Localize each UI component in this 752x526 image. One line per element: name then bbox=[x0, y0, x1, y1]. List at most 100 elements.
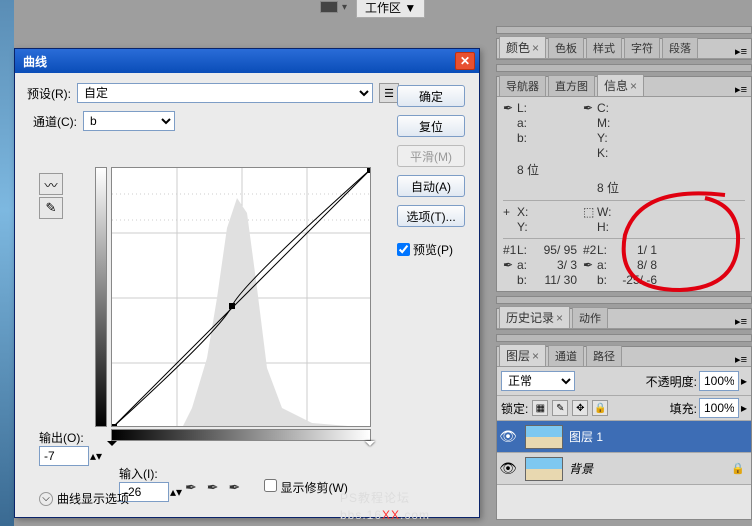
show-clipping-checkbox[interactable] bbox=[264, 479, 277, 492]
chevron-down-icon[interactable]: ▾ bbox=[342, 2, 352, 12]
ok-button[interactable]: 确定 bbox=[397, 85, 465, 107]
input-gradient-bar[interactable] bbox=[111, 429, 371, 441]
tab-navigator[interactable]: 导航器 bbox=[499, 75, 546, 96]
lock-all-icon[interactable]: 🔒 bbox=[592, 400, 608, 416]
fill-input[interactable] bbox=[699, 398, 739, 418]
channel-label: 通道(C): bbox=[33, 113, 77, 130]
lock-icon: 🔒 bbox=[731, 462, 745, 475]
layer-thumbnail[interactable] bbox=[525, 457, 563, 481]
preview-label: 预览(P) bbox=[413, 241, 453, 258]
tab-styles[interactable]: 样式 bbox=[586, 37, 622, 58]
bit-depth-right: 8 位 bbox=[597, 179, 663, 196]
input-label: 输入(I): bbox=[119, 465, 183, 482]
output-label: 输出(O): bbox=[39, 429, 103, 446]
top-toolbar-fragment: ▾ 工作区 ▼ bbox=[320, 0, 425, 14]
layer-name[interactable]: 背景 bbox=[569, 460, 731, 477]
fill-label: 填充: bbox=[670, 400, 697, 417]
sampler-2-b: -25/ -6 bbox=[615, 273, 663, 287]
output-input[interactable] bbox=[39, 446, 89, 466]
panel-menu-icon[interactable]: ▸≡ bbox=[731, 83, 751, 96]
sampler-1-a: 3/ 3 bbox=[535, 258, 583, 272]
sampler-2-L: 1/ 1 bbox=[615, 243, 663, 257]
tab-layers[interactable]: 图层× bbox=[499, 344, 546, 366]
visibility-toggle-icon[interactable]: 👁 bbox=[497, 428, 519, 445]
crosshair-icon: + bbox=[503, 205, 517, 219]
layer-thumbnail[interactable] bbox=[525, 425, 563, 449]
dialog-title: 曲线 bbox=[23, 53, 47, 70]
smooth-button: 平滑(M) bbox=[397, 145, 465, 167]
sampler-1-b: 11/ 30 bbox=[535, 273, 583, 287]
options-button[interactable]: 选项(T)... bbox=[397, 205, 465, 227]
auto-button[interactable]: 自动(A) bbox=[397, 175, 465, 197]
tab-paragraph[interactable]: 段落 bbox=[662, 37, 698, 58]
panel-collapse-grip[interactable] bbox=[496, 334, 752, 342]
watermark: PS教程论坛 bbs.16XX.com bbox=[340, 489, 430, 522]
show-clipping-label: 显示修剪(W) bbox=[281, 481, 348, 495]
tab-info[interactable]: 信息× bbox=[597, 74, 644, 96]
panel-collapse-grip[interactable] bbox=[496, 26, 752, 34]
reset-button[interactable]: 复位 bbox=[397, 115, 465, 137]
history-panel-group: 历史记录× 动作 ▸≡ bbox=[496, 308, 752, 330]
preset-menu-icon[interactable]: ☰ bbox=[379, 83, 399, 103]
preset-select[interactable]: 自定 bbox=[77, 83, 373, 103]
eyedropper-white-icon[interactable]: ✒ bbox=[228, 479, 240, 496]
preview-checkbox[interactable] bbox=[397, 243, 410, 256]
visibility-toggle-icon[interactable]: 👁 bbox=[497, 460, 519, 477]
chevron-right-icon[interactable]: ▸ bbox=[741, 374, 747, 388]
disclosure-toggle-icon[interactable]: ⌵ bbox=[39, 492, 53, 506]
curve-tool-column: 〰 ✎ bbox=[39, 173, 63, 219]
curve-pencil-tool-icon[interactable]: ✎ bbox=[39, 197, 63, 219]
lock-transparency-icon[interactable]: ▦ bbox=[532, 400, 548, 416]
curves-graph[interactable] bbox=[111, 167, 371, 427]
layer-row[interactable]: 👁 图层 1 bbox=[497, 421, 751, 453]
tab-actions[interactable]: 动作 bbox=[572, 307, 608, 328]
dialog-titlebar[interactable]: 曲线 ✕ bbox=[15, 49, 479, 73]
eyedropper-icon: ✒ bbox=[583, 101, 597, 115]
sampler-1-L: 95/ 95 bbox=[535, 243, 583, 257]
lock-position-icon[interactable]: ✥ bbox=[572, 400, 588, 416]
sampler-2-a: 8/ 8 bbox=[615, 258, 663, 272]
channel-select[interactable]: b bbox=[83, 111, 175, 131]
bit-depth-left: 8 位 bbox=[517, 161, 583, 178]
stepper-icon[interactable]: ▴▾ bbox=[89, 449, 103, 463]
tab-channels[interactable]: 通道 bbox=[548, 345, 584, 366]
panel-menu-icon[interactable]: ▸≡ bbox=[731, 45, 751, 58]
eyedropper-gray-icon[interactable]: ✒ bbox=[207, 479, 219, 496]
tab-history[interactable]: 历史记录× bbox=[499, 306, 570, 328]
workspace-label[interactable]: 工作区 ▼ bbox=[356, 0, 425, 18]
layer-row[interactable]: 👁 背景 🔒 bbox=[497, 453, 751, 485]
opacity-label: 不透明度: bbox=[646, 373, 697, 390]
close-button[interactable]: ✕ bbox=[455, 52, 475, 70]
curve-point-tool-icon[interactable]: 〰 bbox=[39, 173, 63, 195]
tab-histogram[interactable]: 直方图 bbox=[548, 75, 595, 96]
curve-display-options-label: 曲线显示选项 bbox=[57, 490, 129, 507]
sampler-1-label: #1 bbox=[503, 243, 517, 257]
sampler-2-label: #2 bbox=[583, 243, 597, 257]
dimensions-icon: ⬚ bbox=[583, 205, 597, 219]
panel-collapse-grip[interactable] bbox=[496, 64, 752, 72]
tab-swatches[interactable]: 色板 bbox=[548, 37, 584, 58]
background-image-edge bbox=[0, 0, 14, 526]
panel-menu-icon[interactable]: ▸≡ bbox=[731, 315, 751, 328]
tab-character[interactable]: 字符 bbox=[624, 37, 660, 58]
eyedropper-icon: ✒ bbox=[503, 101, 517, 115]
layers-panel-group: 图层× 通道 路径 ▸≡ 正常 不透明度: ▸ 锁定: ▦ ✎ ✥ 🔒 填充: … bbox=[496, 346, 752, 520]
blend-mode-select[interactable]: 正常 bbox=[501, 371, 575, 391]
tab-paths[interactable]: 路径 bbox=[586, 345, 622, 366]
stepper-icon[interactable]: ▴▾ bbox=[169, 485, 183, 499]
layer-name[interactable]: 图层 1 bbox=[569, 428, 751, 445]
panel-menu-icon[interactable]: ▸≡ bbox=[731, 353, 751, 366]
panel-collapse-grip[interactable] bbox=[496, 296, 752, 304]
chevron-right-icon[interactable]: ▸ bbox=[741, 401, 747, 415]
curves-dialog: 曲线 ✕ 预设(R): 自定 ☰ 通道(C): b 〰 ✎ bbox=[14, 48, 480, 518]
output-gradient-bar bbox=[95, 167, 107, 427]
info-panel-group: 导航器 直方图 信息× ▸≡ ✒L: ✒C: a: M: b: Y: K: 8 … bbox=[496, 76, 752, 292]
tab-color[interactable]: 颜色× bbox=[499, 36, 546, 58]
lock-label: 锁定: bbox=[501, 400, 528, 417]
preset-label: 预设(R): bbox=[27, 85, 71, 102]
lock-pixels-icon[interactable]: ✎ bbox=[552, 400, 568, 416]
screen-mode-icon[interactable] bbox=[320, 1, 338, 13]
opacity-input[interactable] bbox=[699, 371, 739, 391]
color-panel-group: 颜色× 色板 样式 字符 段落 ▸≡ bbox=[496, 38, 752, 60]
eyedropper-black-icon[interactable]: ✒ bbox=[185, 479, 197, 496]
